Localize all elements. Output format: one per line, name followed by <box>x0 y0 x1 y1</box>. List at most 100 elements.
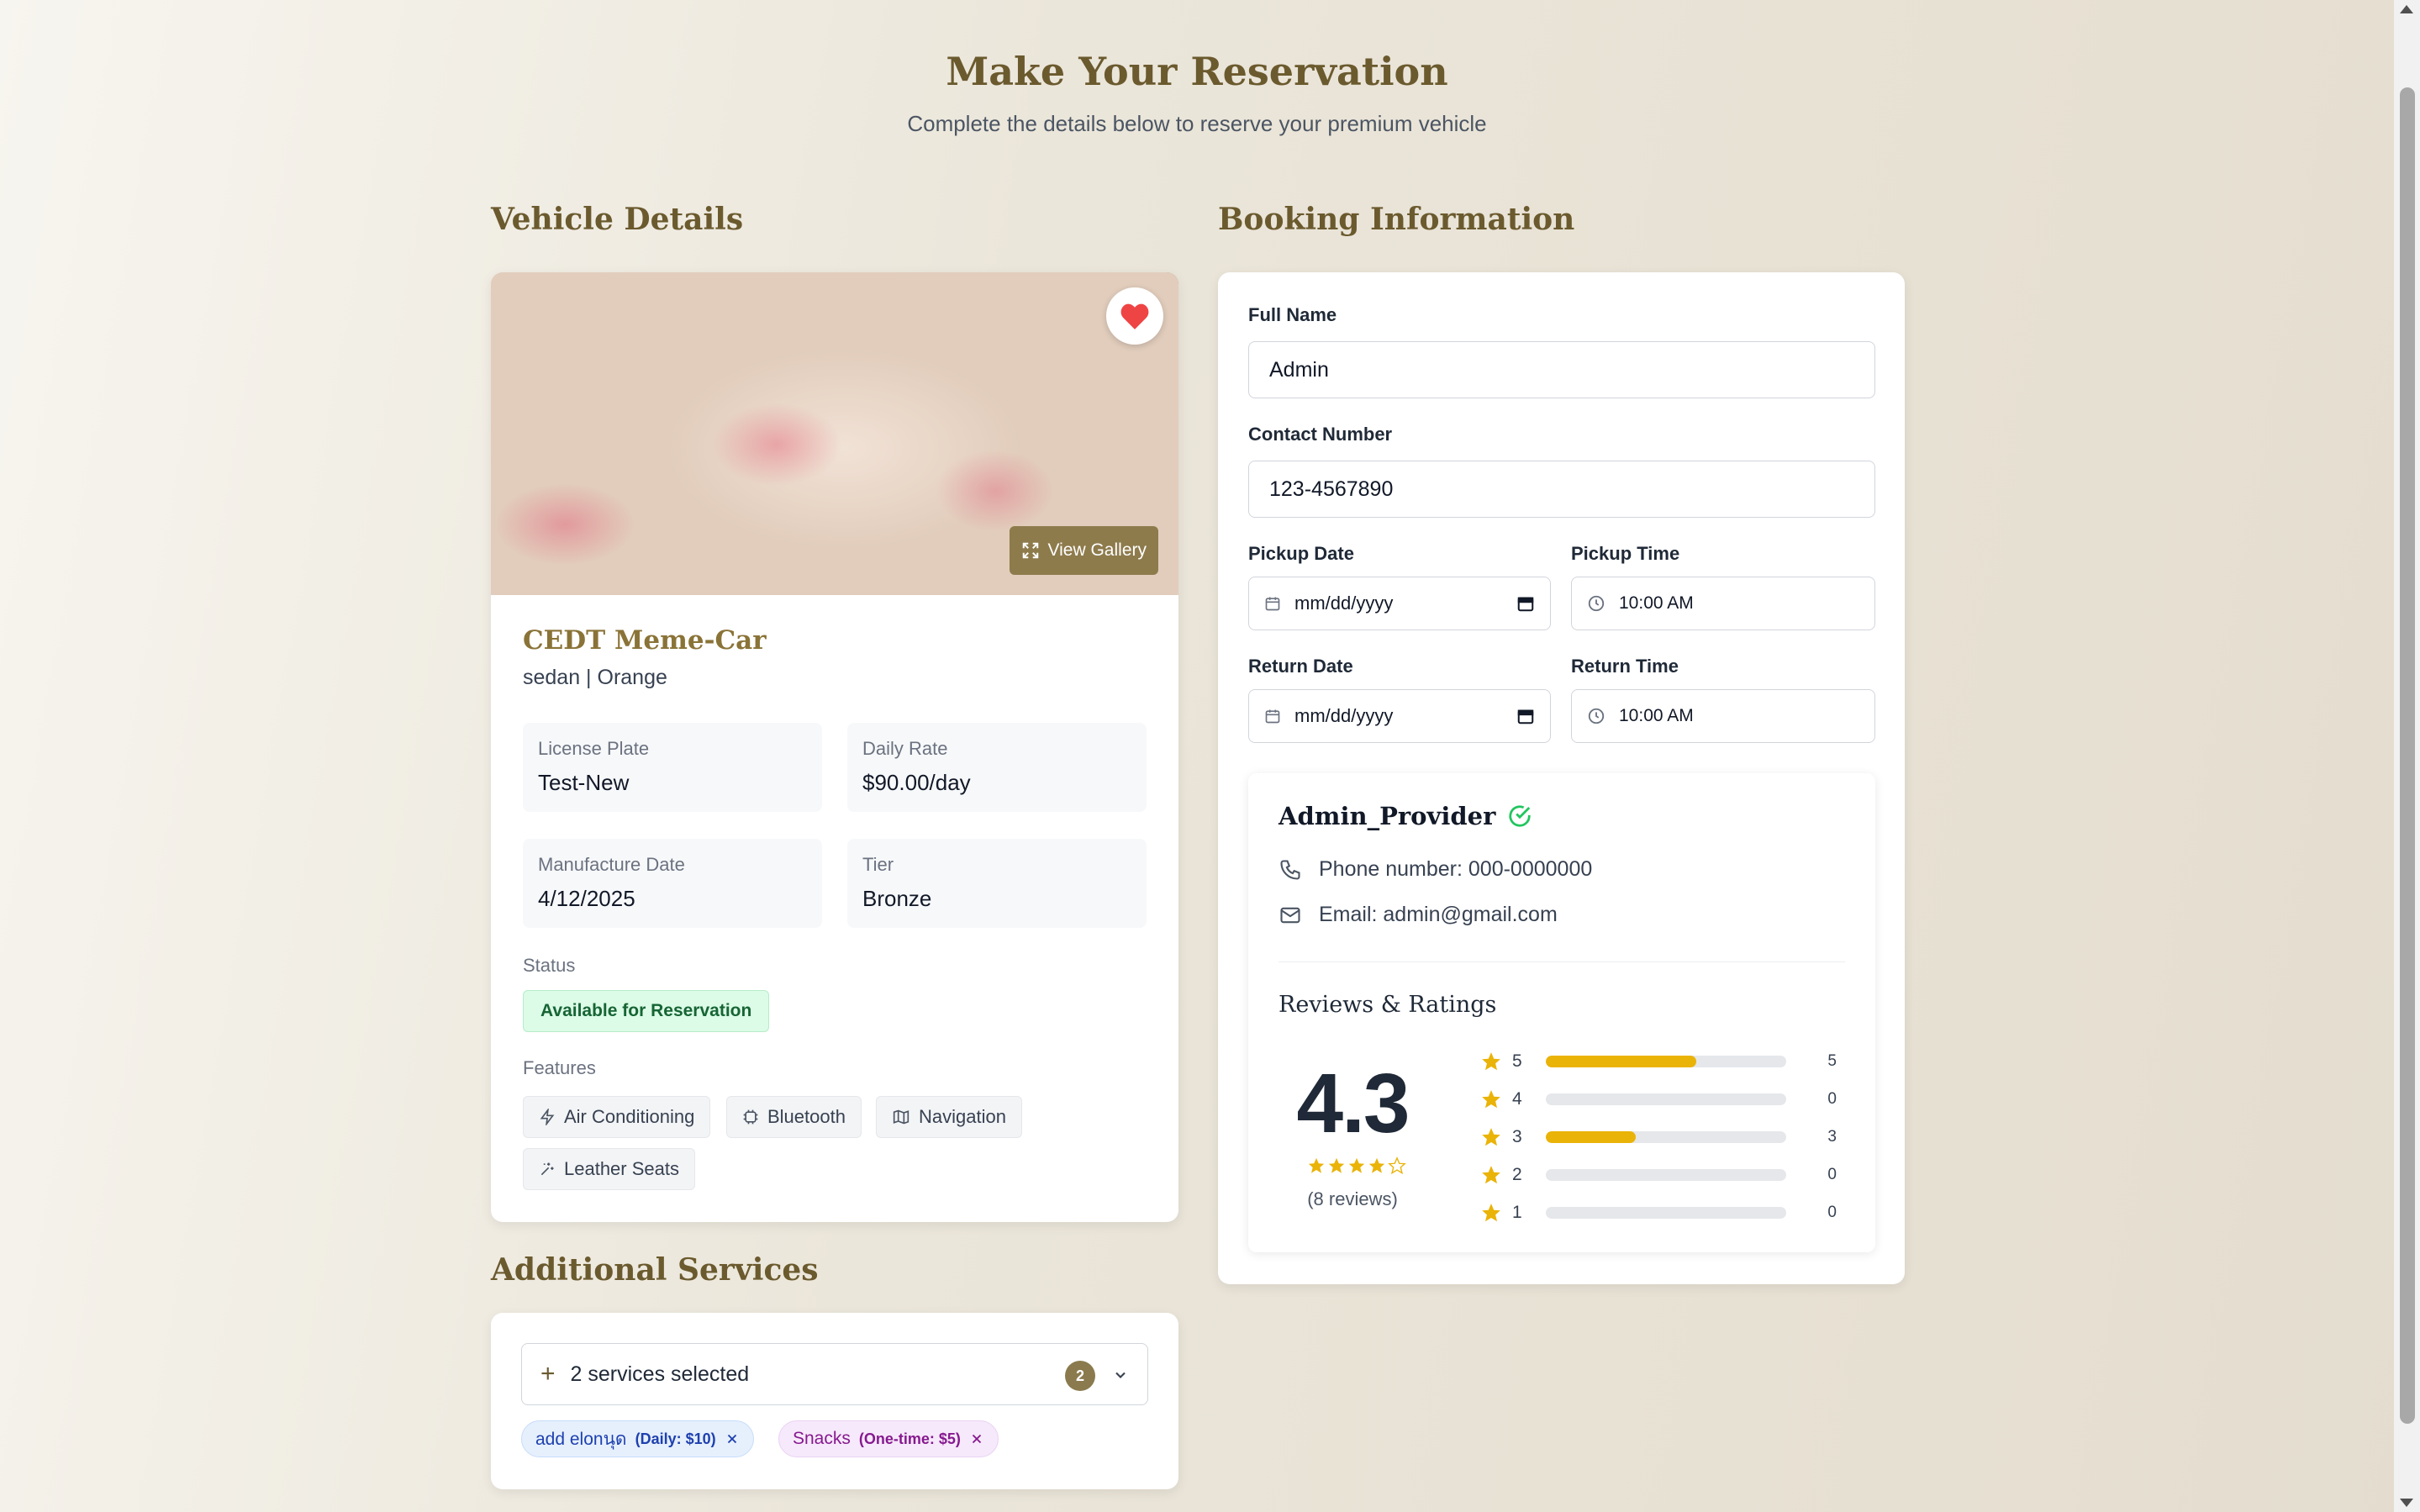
return-time-value: 10:00 AM <box>1619 706 1694 725</box>
reviews-title: Reviews & Ratings <box>1279 992 1497 1018</box>
manufacture-date-box: Manufacture Date 4/12/2025 <box>523 839 822 928</box>
scrollbar-thumb[interactable] <box>2400 87 2415 1424</box>
license-plate-box: License Plate Test-New <box>523 723 822 812</box>
rating-count: 0 <box>1827 1090 1837 1108</box>
pickup-time-label: Pickup Time <box>1571 543 1680 564</box>
services-count-badge: 2 <box>1065 1361 1095 1391</box>
manufacture-date-value: 4/12/2025 <box>538 886 635 911</box>
calendar-picker-icon[interactable] <box>1516 594 1535 613</box>
expand-icon <box>1022 542 1038 559</box>
daily-rate-label: Daily Rate <box>862 738 948 759</box>
favorite-button[interactable] <box>1106 287 1163 345</box>
chip-icon <box>743 1109 758 1125</box>
clock-icon <box>1588 595 1605 612</box>
feature-label: Navigation <box>919 1106 1006 1127</box>
pickup-time-value: 10:00 AM <box>1619 593 1694 613</box>
daily-rate-value: $90.00/day <box>862 770 971 795</box>
tier-value: Bronze <box>862 886 932 911</box>
provider-phone-row: Phone number: 000-0000000 <box>1279 857 1592 882</box>
feature-leather-seats: Leather Seats <box>523 1148 695 1190</box>
star-icon <box>1482 1166 1500 1184</box>
pickup-date-placeholder: mm/dd/yyyy <box>1294 593 1394 614</box>
view-gallery-button[interactable]: View Gallery <box>1009 526 1158 575</box>
booking-card: Full Name Contact Number Pickup Date mm/… <box>1218 272 1905 1284</box>
star-icon <box>1368 1157 1385 1173</box>
pickup-date-input[interactable]: mm/dd/yyyy <box>1248 577 1551 630</box>
feature-label: Air Conditioning <box>564 1106 695 1127</box>
scrollbar[interactable] <box>2394 0 2420 1512</box>
divider <box>1279 961 1845 962</box>
star-icon <box>1482 1128 1500 1146</box>
close-icon[interactable] <box>969 1431 984 1446</box>
scroll-down-arrow[interactable] <box>2400 1499 2413 1507</box>
tier-label: Tier <box>862 854 894 875</box>
service-chip-detail: (One-time: $5) <box>858 1430 961 1447</box>
rating-bar-row: 20 <box>1480 1161 1850 1189</box>
service-chip-label: Snacks <box>793 1429 851 1448</box>
services-card: + 2 services selected 2 add elonนุด (Dai… <box>491 1313 1178 1489</box>
full-name-input[interactable] <box>1248 341 1875 398</box>
rating-level: 5 <box>1512 1051 1522 1071</box>
rating-level: 2 <box>1512 1165 1522 1184</box>
contact-number-input[interactable] <box>1248 461 1875 518</box>
feature-navigation: Navigation <box>876 1096 1022 1138</box>
rating-bar-fill <box>1546 1056 1696 1067</box>
vehicle-card: View Gallery CEDT Meme-Car sedan | Orang… <box>491 272 1178 1222</box>
map-icon <box>893 1109 909 1125</box>
calendar-icon <box>1265 597 1280 611</box>
rating-bar-track <box>1546 1169 1786 1181</box>
page-title: Make Your Reservation <box>946 49 1448 94</box>
feature-label: Leather Seats <box>564 1158 679 1179</box>
rating-count: 3 <box>1827 1128 1837 1146</box>
sparkle-icon <box>540 1162 554 1176</box>
full-name-label: Full Name <box>1248 304 1337 325</box>
star-icon <box>1482 1090 1500 1109</box>
rating-count: 0 <box>1827 1204 1837 1221</box>
verified-check-icon <box>1509 805 1531 827</box>
provider-phone: Phone number: 000-0000000 <box>1319 857 1593 881</box>
view-gallery-label: View Gallery <box>1047 540 1147 560</box>
rating-level: 4 <box>1512 1089 1522 1109</box>
heart-icon <box>1120 303 1149 329</box>
tier-box: Tier Bronze <box>847 839 1147 928</box>
service-chip-label: add elonนุด <box>535 1429 627 1449</box>
return-date-label: Return Date <box>1248 656 1353 677</box>
provider-name: Admin_Provider <box>1279 802 1496 830</box>
star-icon <box>1388 1156 1406 1175</box>
return-time-label: Return Time <box>1571 656 1679 677</box>
return-time-input[interactable]: 10:00 AM <box>1571 689 1875 743</box>
manufacture-date-label: Manufacture Date <box>538 854 685 875</box>
license-plate-label: License Plate <box>538 738 650 759</box>
feature-bluetooth: Bluetooth <box>726 1096 862 1138</box>
mail-icon <box>1280 907 1300 923</box>
star-icon <box>1482 1204 1500 1222</box>
chevron-down-icon <box>1115 1372 1126 1378</box>
bolt-icon <box>540 1109 555 1125</box>
rating-bar-row: 55 <box>1480 1047 1850 1076</box>
star-icon <box>1348 1157 1365 1173</box>
plus-icon: + <box>540 1360 556 1388</box>
average-rating: 4.3 <box>1296 1056 1410 1151</box>
feature-air-conditioning: Air Conditioning <box>523 1096 711 1138</box>
pickup-time-input[interactable]: 10:00 AM <box>1571 577 1875 630</box>
daily-rate-box: Daily Rate $90.00/day <box>847 723 1147 812</box>
status-badge: Available for Reservation <box>523 990 770 1032</box>
scroll-up-arrow[interactable] <box>2400 5 2413 13</box>
close-icon[interactable] <box>725 1431 740 1446</box>
star-icon <box>1482 1052 1500 1071</box>
contact-number-label: Contact Number <box>1248 424 1393 445</box>
rating-bar-row: 33 <box>1480 1123 1850 1151</box>
provider-email-row: Email: admin@gmail.com <box>1279 903 1558 927</box>
calendar-picker-icon[interactable] <box>1516 707 1535 725</box>
service-chip-detail: (Daily: $10) <box>635 1430 716 1447</box>
rating-level: 1 <box>1512 1203 1522 1222</box>
vehicle-image[interactable]: View Gallery <box>491 272 1178 595</box>
feature-label: Bluetooth <box>767 1106 846 1127</box>
vehicle-section-title: Vehicle Details <box>491 202 744 237</box>
license-plate-value: Test-New <box>538 770 630 795</box>
return-date-input[interactable]: mm/dd/yyyy <box>1248 689 1551 743</box>
rating-count: 5 <box>1827 1052 1837 1070</box>
rating-bar-track <box>1546 1093 1786 1105</box>
rating-bar-track <box>1546 1207 1786 1219</box>
services-dropdown[interactable]: + 2 services selected 2 <box>521 1343 1148 1405</box>
